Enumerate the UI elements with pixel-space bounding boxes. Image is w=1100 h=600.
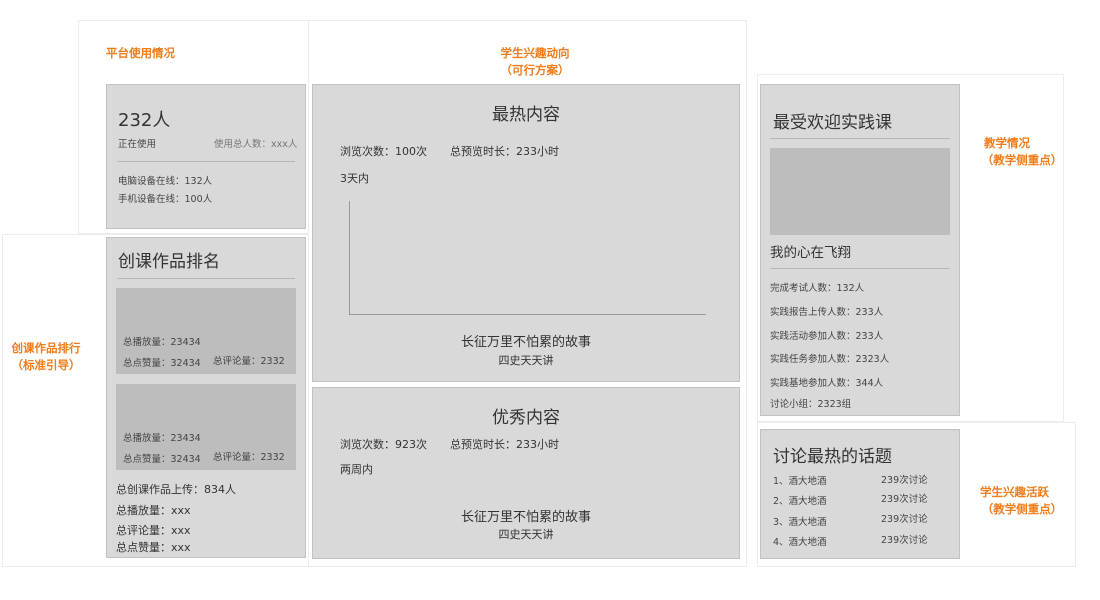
practice-stat: 完成考试人数：132人	[770, 283, 865, 294]
course-divider	[770, 268, 950, 269]
practice-stat: 讨论小组：2323组	[770, 399, 852, 410]
topic-item[interactable]: 4、酒大地酒	[773, 534, 827, 548]
excellent-content-title: 优秀内容	[492, 408, 560, 428]
work-card-plays: 总播放量：23434	[123, 433, 201, 444]
hot-content-title: 最热内容	[492, 105, 560, 125]
pc-online: 电脑设备在线：132人	[118, 176, 213, 187]
topic-item[interactable]: 1、酒大地酒	[773, 473, 827, 487]
online-status: 正在使用	[118, 139, 157, 150]
total-likes: 总点赞量：xxx	[116, 541, 191, 554]
teaching-label-title: 教学情况	[984, 136, 1030, 150]
work-card[interactable]: 总播放量：23434 总点赞量：32434 总评论量：2332	[116, 384, 296, 470]
work-card-likes: 总点赞量：32434	[123, 454, 201, 465]
work-card-likes: 总点赞量：32434	[123, 358, 201, 369]
hot-chart-area	[349, 201, 706, 315]
total-users: 使用总人数：xxx人	[214, 139, 298, 150]
interest-trend-subtitle: （可行方案）	[500, 63, 570, 77]
work-card[interactable]: 总播放量：23434 总点赞量：32434 总评论量：2332	[116, 288, 296, 374]
hot-story-title[interactable]: 长征万里不怕累的故事	[313, 331, 739, 350]
ranking-divider	[118, 278, 295, 279]
topic-count: 239次讨论	[881, 475, 928, 486]
excellent-duration: 总预览时长：233小时	[450, 438, 559, 451]
hot-views: 浏览次数：100次	[340, 145, 427, 158]
excellent-content-panel: 优秀内容 浏览次数：923次 总预览时长：233小时 两周内 长征万里不怕累的故…	[312, 387, 740, 559]
hot-content-panel: 最热内容 浏览次数：100次 总预览时长：233小时 3天内 长征万里不怕累的故…	[312, 84, 740, 382]
practice-title: 最受欢迎实践课	[773, 113, 892, 133]
practice-divider	[770, 138, 950, 139]
mobile-online: 手机设备在线：100人	[118, 194, 213, 205]
topics-panel: 讨论最热的话题 1、酒大地酒 239次讨论 2、酒大地酒 239次讨论 3、酒大…	[760, 429, 960, 559]
practice-stat: 实践活动参加人数：233人	[770, 331, 884, 342]
topic-count: 239次讨论	[881, 494, 928, 505]
excellent-views: 浏览次数：923次	[340, 438, 427, 451]
usage-panel: 232人 正在使用 使用总人数：xxx人 电脑设备在线：132人 手机设备在线：…	[106, 84, 306, 229]
interest-trend-title: 学生兴趣动向	[500, 46, 570, 60]
activity-label: 学生兴趣活跃 （教学侧重点）	[972, 484, 1072, 518]
hot-story-subtitle: 四史天天讲	[498, 354, 554, 367]
platform-usage-label: 平台使用情况	[106, 46, 175, 60]
ranking-panel: 创课作品排名 总播放量：23434 总点赞量：32434 总评论量：2332 总…	[106, 237, 306, 558]
practice-stat: 实践报告上传人数：233人	[770, 307, 884, 318]
practice-stat: 实践任务参加人数：2323人	[770, 354, 890, 365]
total-comments: 总评论量：xxx	[116, 524, 191, 537]
ranking-label-title: 创课作品排行	[11, 341, 81, 355]
topic-count: 239次讨论	[881, 514, 928, 525]
excellent-story-subtitle: 四史天天讲	[498, 528, 554, 541]
teaching-label: 教学情况 （教学侧重点）	[972, 135, 1072, 169]
practice-stat: 实践基地参加人数：344人	[770, 378, 884, 389]
course-cover-image[interactable]	[770, 148, 950, 235]
ranking-label: 创课作品排行 （标准引导）	[6, 340, 86, 374]
work-card-comments: 总评论量：2332	[213, 356, 285, 367]
topic-item[interactable]: 3、酒大地酒	[773, 514, 827, 528]
hot-duration: 总预览时长：233小时	[450, 145, 559, 158]
teaching-label-subtitle: （教学侧重点）	[981, 153, 1063, 167]
course-name[interactable]: 我的心在飞翔	[770, 241, 851, 261]
usage-divider	[118, 161, 295, 162]
practice-panel: 最受欢迎实践课 我的心在飞翔 完成考试人数：132人 实践报告上传人数：233人…	[760, 84, 960, 416]
activity-label-title: 学生兴趣活跃	[980, 485, 1049, 499]
topic-item[interactable]: 2、酒大地酒	[773, 493, 827, 507]
activity-label-subtitle: （教学侧重点）	[981, 502, 1063, 516]
topics-title: 讨论最热的话题	[773, 447, 892, 467]
interest-trend-label: 学生兴趣动向 （可行方案）	[470, 45, 600, 79]
topic-count: 239次讨论	[881, 535, 928, 546]
work-card-plays: 总播放量：23434	[123, 337, 201, 348]
excellent-story-title[interactable]: 长征万里不怕累的故事	[313, 506, 739, 525]
hot-period: 3天内	[340, 172, 369, 185]
ranking-title: 创课作品排名	[118, 252, 220, 272]
total-uploads: 总创课作品上传：834人	[116, 483, 236, 496]
work-card-comments: 总评论量：2332	[213, 452, 285, 463]
excellent-period: 两周内	[340, 463, 373, 476]
total-plays: 总播放量：xxx	[116, 504, 191, 517]
ranking-label-subtitle: （标准引导）	[11, 358, 81, 372]
online-count: 232人	[118, 110, 171, 131]
